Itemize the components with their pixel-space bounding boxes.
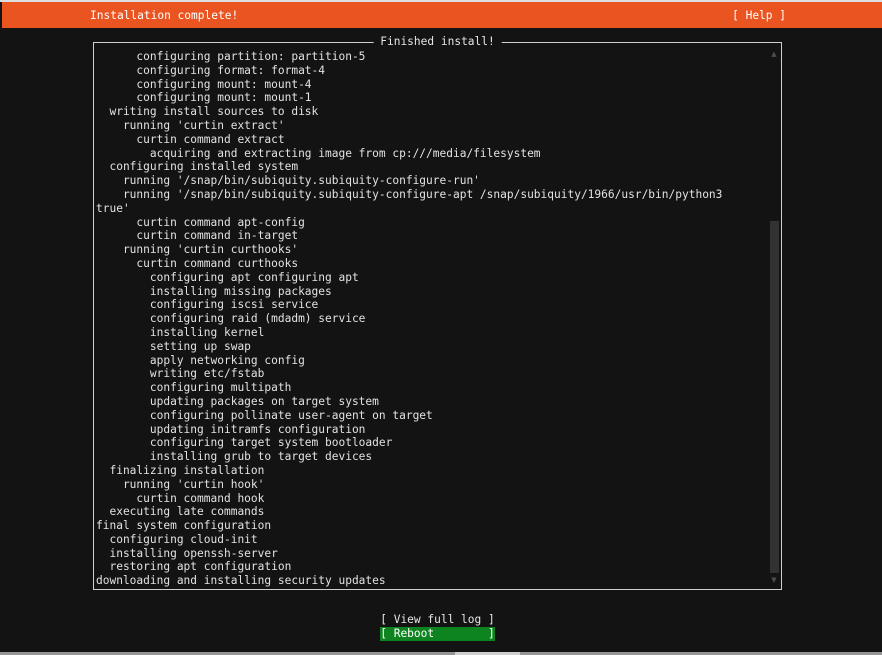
install-log-text: configuring partition: partition-5 confi…: [96, 50, 723, 588]
scrollbar-thumb[interactable]: [770, 221, 779, 573]
scroll-up-icon[interactable]: ▲: [769, 49, 779, 59]
install-log-view[interactable]: configuring partition: partition-5 confi…: [94, 43, 781, 589]
scroll-down-icon[interactable]: ▼: [769, 575, 779, 585]
view-full-log-row: [ View full log ]: [93, 613, 782, 627]
header-bar: Installation complete! [ Help ]: [2, 2, 882, 28]
installer-screen: Installation complete! [ Help ] Finished…: [0, 0, 882, 655]
finished-install-panel: Finished install! configuring partition:…: [93, 35, 782, 590]
page-title: Installation complete!: [90, 8, 239, 22]
reboot-row: [ Reboot ]: [93, 627, 782, 641]
reboot-button[interactable]: [ Reboot ]: [380, 627, 495, 641]
help-button[interactable]: [ Help ]: [732, 9, 786, 22]
view-full-log-button[interactable]: [ View full log ]: [380, 613, 495, 626]
